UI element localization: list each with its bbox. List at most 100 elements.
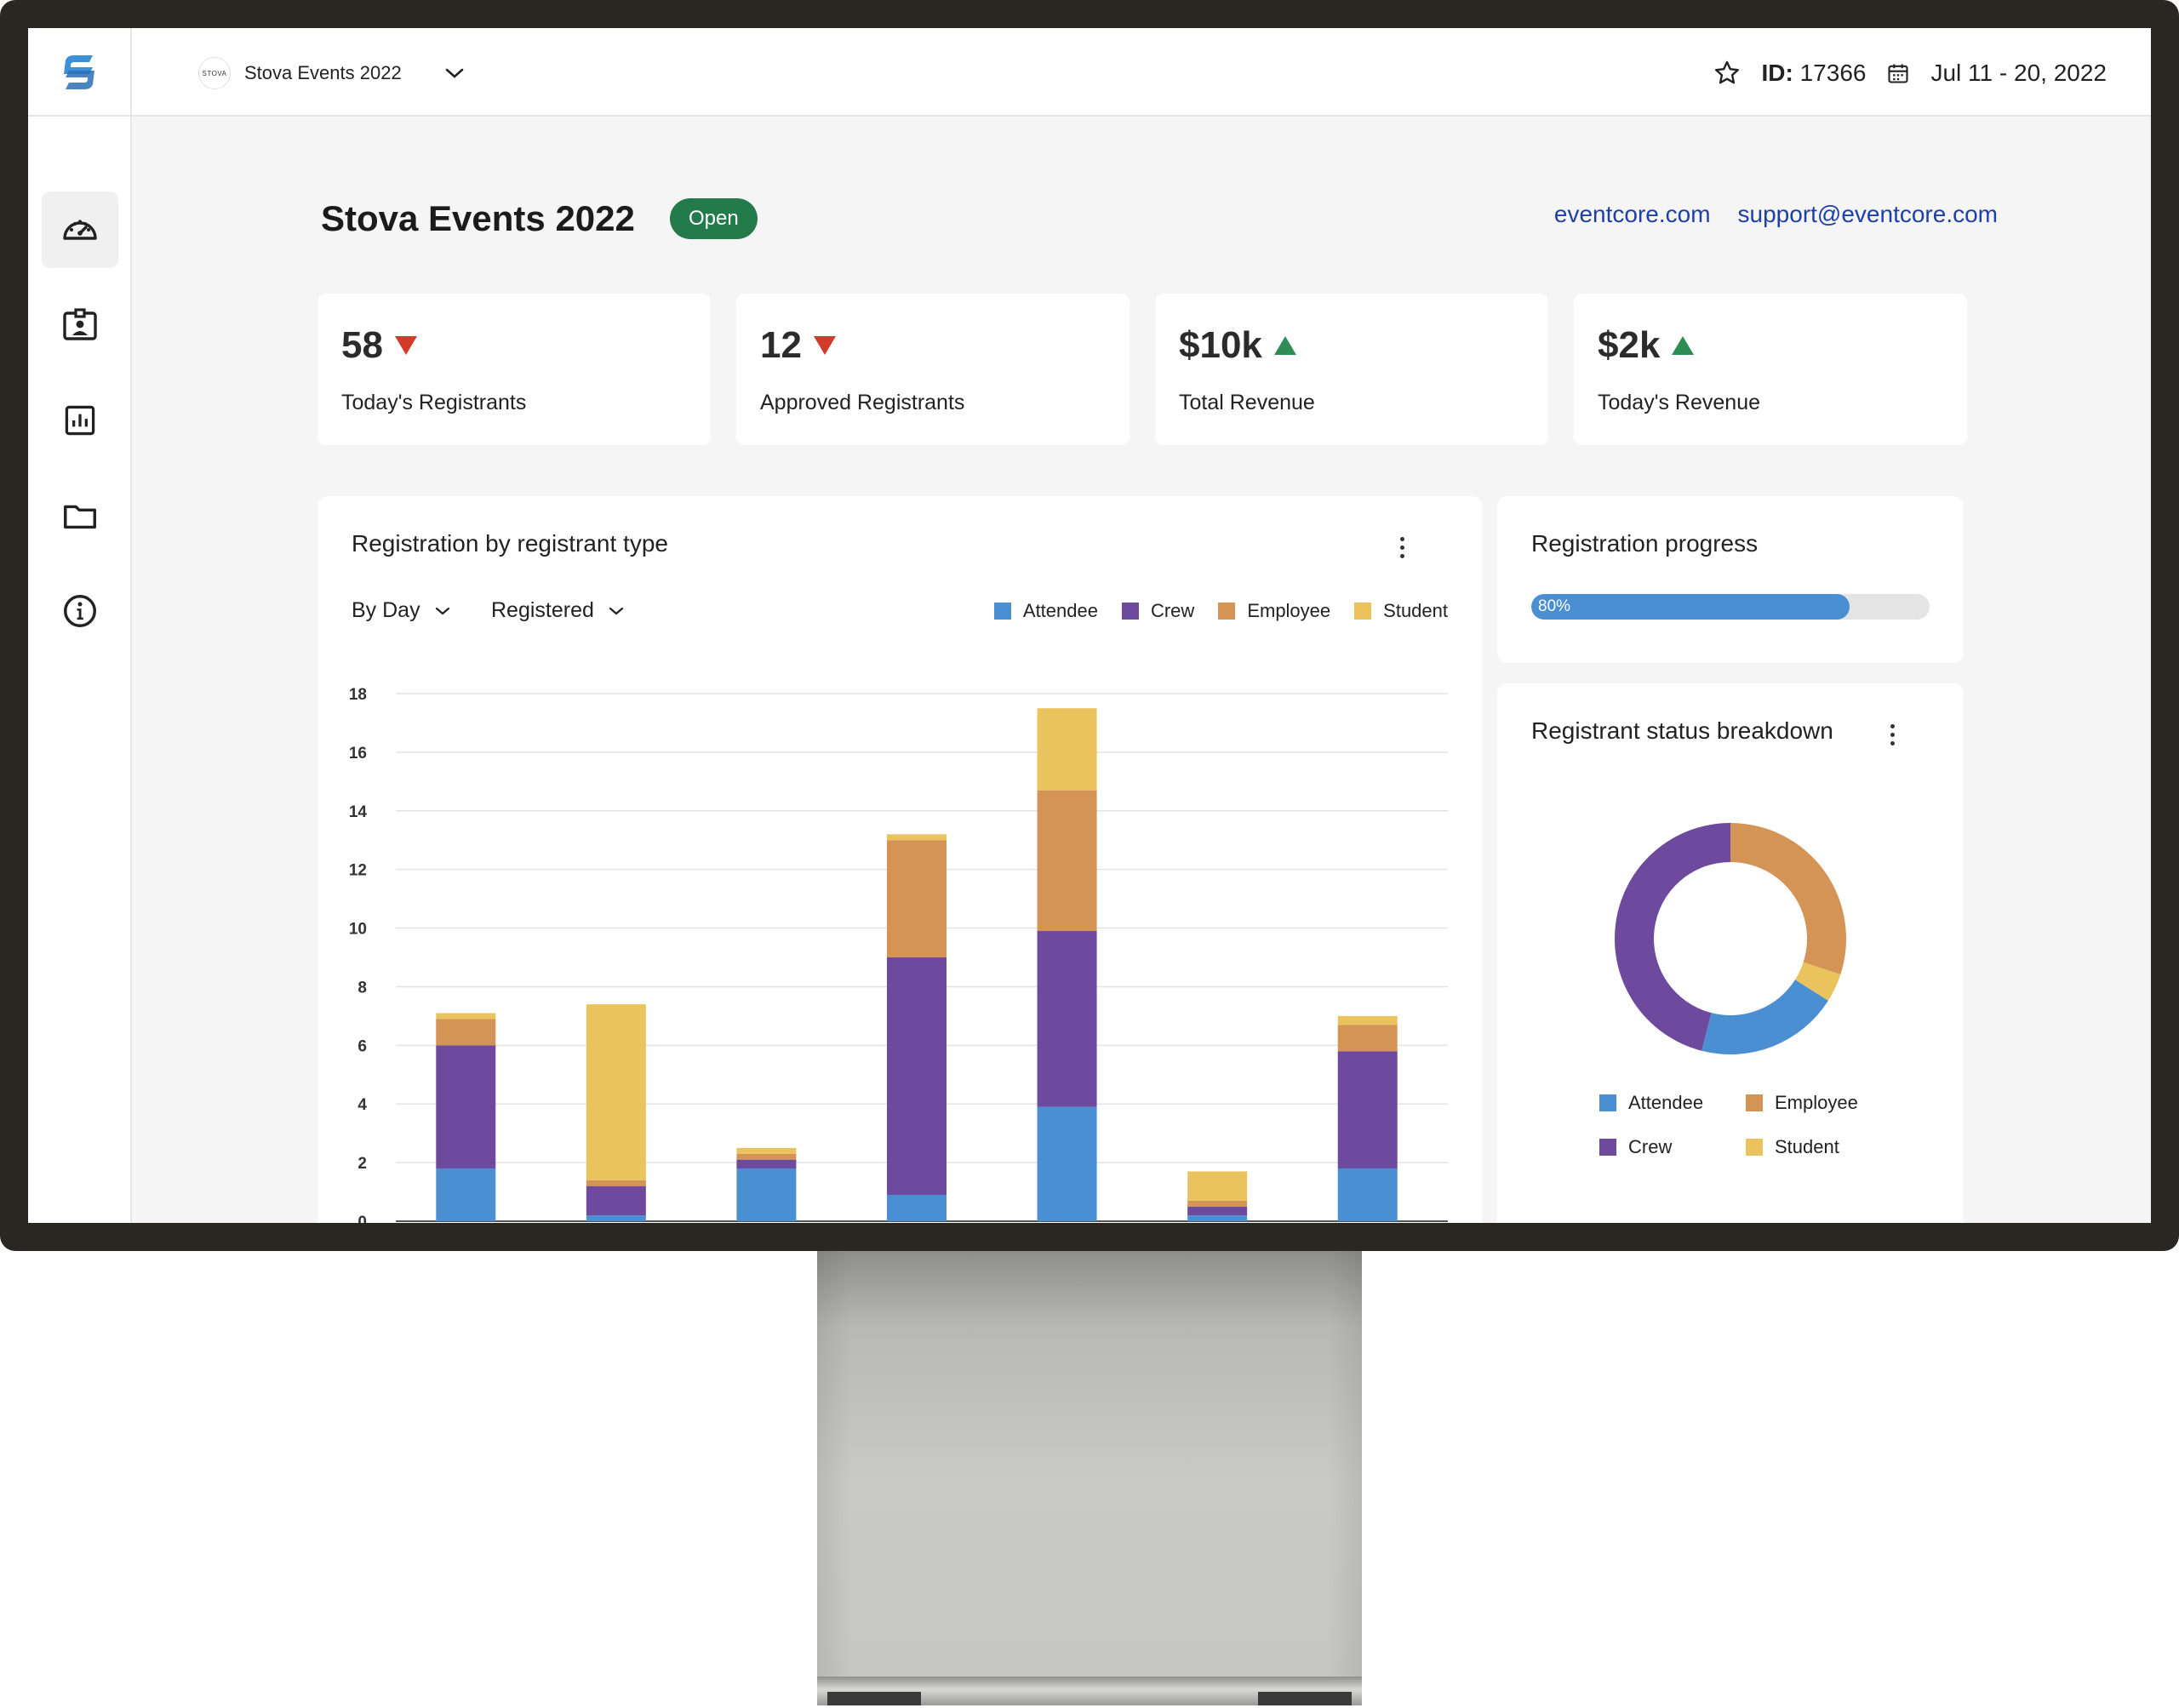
- monitor-stand-base: [817, 1677, 1362, 1705]
- bar-segment-employee[interactable]: [1337, 1025, 1398, 1052]
- header-links: eventcore.com support@eventcore.com: [1554, 201, 1998, 228]
- donut-legend: Attendee Employee Crew Student: [1599, 1092, 1892, 1158]
- bar-segment-student[interactable]: [887, 834, 947, 841]
- support-email-link[interactable]: support@eventcore.com: [1738, 201, 1998, 228]
- chevron-down-icon: [445, 68, 463, 78]
- sidebar-item-registrants[interactable]: [42, 287, 118, 363]
- bar-segment-attendee[interactable]: [1337, 1168, 1398, 1221]
- legend-swatch: [1746, 1139, 1763, 1156]
- legend-item-student[interactable]: Student: [1746, 1136, 1892, 1158]
- bar-segment-attendee[interactable]: [1187, 1215, 1248, 1221]
- stat-label: Approved Registrants: [760, 391, 965, 414]
- sidebar-item-reports[interactable]: [42, 382, 118, 459]
- legend-item-employee[interactable]: Employee: [1746, 1092, 1892, 1114]
- event-id-label: ID:: [1761, 60, 1793, 86]
- stat-label: Today's Registrants: [341, 391, 527, 414]
- trend-up-icon: [1672, 336, 1695, 355]
- y-tick-label: 14: [349, 803, 368, 821]
- bar-segment-crew[interactable]: [887, 957, 947, 1195]
- card-title: Registration progress: [1531, 530, 1759, 557]
- stand-foot-left: [827, 1692, 921, 1705]
- legend-swatch: [1599, 1139, 1616, 1156]
- id-badge-icon: [63, 308, 97, 340]
- trend-up-icon: [1273, 336, 1296, 355]
- y-tick-label: 16: [349, 745, 367, 763]
- sidebar-item-dashboard[interactable]: [42, 191, 118, 268]
- stacked-bar-chart: 0 2 4 6 8 10 12 14 16 18: [349, 686, 1448, 1223]
- stat-card-approved-registrants: 12 Approved Registrants: [736, 294, 1130, 445]
- app-logo-icon: [64, 55, 94, 89]
- bar-segment-crew[interactable]: [1187, 1206, 1248, 1216]
- bar-segment-crew[interactable]: [436, 1045, 496, 1168]
- registration-progress-card: Registration progress 80%: [1497, 496, 1964, 663]
- website-link[interactable]: eventcore.com: [1554, 201, 1711, 228]
- event-selector-label: Stova Events 2022: [244, 62, 402, 83]
- trend-down-icon: [813, 336, 836, 355]
- y-tick-label: 18: [349, 686, 367, 704]
- sidebar-item-info[interactable]: [42, 573, 118, 649]
- calendar-icon: [1888, 64, 1909, 83]
- legend-item-attendee[interactable]: Attendee: [1599, 1092, 1746, 1114]
- bar-segment-crew[interactable]: [1037, 931, 1097, 1107]
- stat-card-todays-registrants: 58 Today's Registrants: [317, 294, 711, 445]
- star-icon[interactable]: [1713, 59, 1741, 88]
- bar-segment-attendee[interactable]: [887, 1195, 947, 1221]
- bar-segment-employee[interactable]: [887, 840, 947, 957]
- donut-slice-employee[interactable]: [1730, 823, 1846, 975]
- legend-label: Employee: [1775, 1092, 1858, 1113]
- bar-segment-employee[interactable]: [586, 1180, 646, 1186]
- bar-segment-attendee[interactable]: [1037, 1106, 1097, 1221]
- bar-segment-student[interactable]: [1187, 1171, 1248, 1201]
- legend-item-crew[interactable]: Crew: [1599, 1136, 1746, 1158]
- bar-segment-student[interactable]: [436, 1013, 496, 1020]
- donut-slice-attendee[interactable]: [1701, 980, 1828, 1054]
- event-id: ID: 17366: [1762, 60, 1867, 87]
- progress-label: 80%: [1538, 597, 1571, 615]
- stat-label: Total Revenue: [1179, 391, 1315, 414]
- y-tick-label: 0: [357, 1214, 367, 1223]
- legend-swatch: [1599, 1094, 1616, 1111]
- bar-segment-student[interactable]: [586, 1004, 646, 1180]
- bar-segment-attendee[interactable]: [436, 1168, 496, 1221]
- bar-segment-employee[interactable]: [1187, 1200, 1248, 1207]
- registration-type-card: Registration by registrant type By Day R…: [317, 496, 1482, 1223]
- y-tick-label: 2: [357, 1155, 367, 1173]
- top-bar: STOVA Stova Events 2022 ID: 17366 Jul 11…: [28, 28, 2151, 117]
- bar-segment-crew[interactable]: [586, 1185, 646, 1216]
- stat-value: 12: [760, 324, 802, 366]
- y-tick-label: 6: [357, 1037, 367, 1055]
- bar-segment-crew[interactable]: [736, 1159, 797, 1168]
- bar-segment-student[interactable]: [1337, 1015, 1398, 1025]
- progress-bar: 80%: [1531, 594, 1930, 620]
- bar-segment-employee[interactable]: [1037, 790, 1097, 931]
- bar-segment-student[interactable]: [736, 1147, 797, 1154]
- stat-label: Today's Revenue: [1598, 391, 1761, 414]
- bar-segment-employee[interactable]: [436, 1019, 496, 1046]
- stat-value: 58: [341, 324, 383, 366]
- legend-label: Crew: [1628, 1136, 1673, 1157]
- bar-segment-attendee[interactable]: [736, 1168, 797, 1221]
- bar-segment-crew[interactable]: [1337, 1051, 1398, 1168]
- bar-segment-attendee[interactable]: [586, 1215, 646, 1221]
- folder-icon: [64, 505, 96, 529]
- screen: STOVA Stova Events 2022 ID: 17366 Jul 11…: [28, 28, 2151, 1223]
- event-id-value: 17366: [1799, 60, 1867, 86]
- stat-value: $10k: [1179, 324, 1262, 366]
- stat-value: $2k: [1598, 324, 1661, 366]
- legend-label: Student: [1775, 1136, 1839, 1157]
- stat-card-todays-revenue: $2k Today's Revenue: [1574, 294, 1967, 445]
- event-selector[interactable]: STOVA Stova Events 2022: [198, 54, 465, 93]
- y-tick-label: 10: [349, 921, 367, 939]
- sidebar-item-files[interactable]: [42, 477, 118, 554]
- bar-segment-employee[interactable]: [736, 1153, 797, 1160]
- event-logo: STOVA: [198, 57, 231, 89]
- app-logo[interactable]: [28, 28, 132, 117]
- bar-segment-student[interactable]: [1037, 708, 1097, 791]
- trend-down-icon: [394, 336, 417, 355]
- page-title: Stova Events 2022: [321, 198, 635, 238]
- stat-card-total-revenue: $10k Total Revenue: [1155, 294, 1548, 445]
- info-icon: [64, 595, 96, 627]
- stand-foot-right: [1258, 1692, 1352, 1705]
- monitor-stand: [817, 1251, 1362, 1677]
- event-date-range: Jul 11 - 20, 2022: [1930, 60, 2107, 86]
